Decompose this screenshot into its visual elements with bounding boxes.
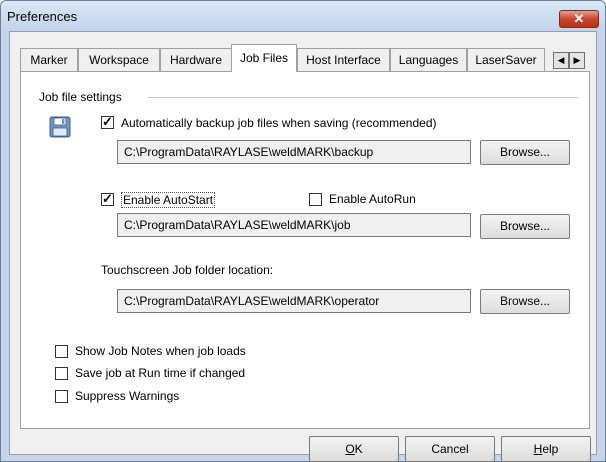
tab-hardware[interactable]: Hardware — [160, 48, 232, 71]
title-bar[interactable]: Preferences ✕ — [1, 1, 605, 31]
close-button[interactable]: ✕ — [559, 10, 599, 28]
autostart-checkbox[interactable]: ✓ — [101, 191, 114, 206]
autostart-browse-button[interactable]: Browse... — [480, 214, 570, 239]
check-icon: ✓ — [102, 114, 113, 129]
autostart-label: Enable AutoStart — [121, 192, 216, 208]
tab-languages[interactable]: Languages — [390, 48, 467, 71]
show-job-notes-checkbox[interactable] — [55, 345, 68, 358]
autorun-label: Enable AutoRun — [329, 192, 416, 206]
ok-mnemonic: O — [345, 442, 355, 456]
suppress-warnings-checkbox[interactable] — [55, 390, 68, 403]
tab-job-files[interactable]: Job Files — [231, 44, 297, 72]
window-title: Preferences — [7, 9, 78, 24]
save-job-label: Save job at Run time if changed — [75, 366, 246, 380]
tab-workspace[interactable]: Workspace — [78, 48, 160, 71]
backup-checkbox[interactable]: ✓ — [101, 114, 114, 129]
tab-scroll-right-button[interactable]: ▶ — [569, 52, 585, 69]
touchscreen-path-field[interactable]: C:\ProgramData\RAYLASE\weldMARK\operator — [117, 289, 471, 313]
check-icon: ✓ — [102, 191, 113, 206]
touchscreen-browse-button[interactable]: Browse... — [480, 289, 570, 314]
group-label-job-file-settings: Job file settings — [39, 90, 122, 104]
tab-host-interface[interactable]: Host Interface — [297, 48, 390, 71]
cancel-button[interactable]: Cancel — [405, 436, 495, 462]
ok-button[interactable]: OK — [309, 436, 399, 462]
group-divider — [148, 97, 578, 98]
backup-path-field[interactable]: C:\ProgramData\RAYLASE\weldMARK\backup — [117, 140, 471, 164]
touchscreen-label: Touchscreen Job folder location: — [101, 263, 274, 277]
autostart-path-field[interactable]: C:\ProgramData\RAYLASE\weldMARK\job — [117, 213, 471, 237]
floppy-disk-icon — [49, 116, 71, 138]
arrow-left-icon: ◀ — [557, 55, 565, 65]
show-job-notes-label: Show Job Notes when job loads — [75, 344, 246, 358]
autorun-checkbox[interactable] — [309, 193, 322, 206]
close-icon: ✕ — [573, 11, 585, 26]
suppress-warnings-label: Suppress Warnings — [75, 389, 180, 403]
tab-marker[interactable]: Marker — [20, 48, 78, 71]
backup-label: Automatically backup job files when savi… — [121, 116, 437, 130]
tab-scroll-left-button[interactable]: ◀ — [553, 52, 569, 69]
tab-lasersaver[interactable]: LaserSaver — [467, 48, 545, 71]
help-label-rest: elp — [542, 442, 559, 456]
arrow-right-icon: ▶ — [573, 55, 581, 65]
help-button[interactable]: Help — [501, 436, 591, 462]
backup-browse-button[interactable]: Browse... — [480, 140, 570, 165]
save-job-checkbox[interactable] — [55, 367, 68, 380]
ok-label-rest: K — [354, 442, 363, 456]
